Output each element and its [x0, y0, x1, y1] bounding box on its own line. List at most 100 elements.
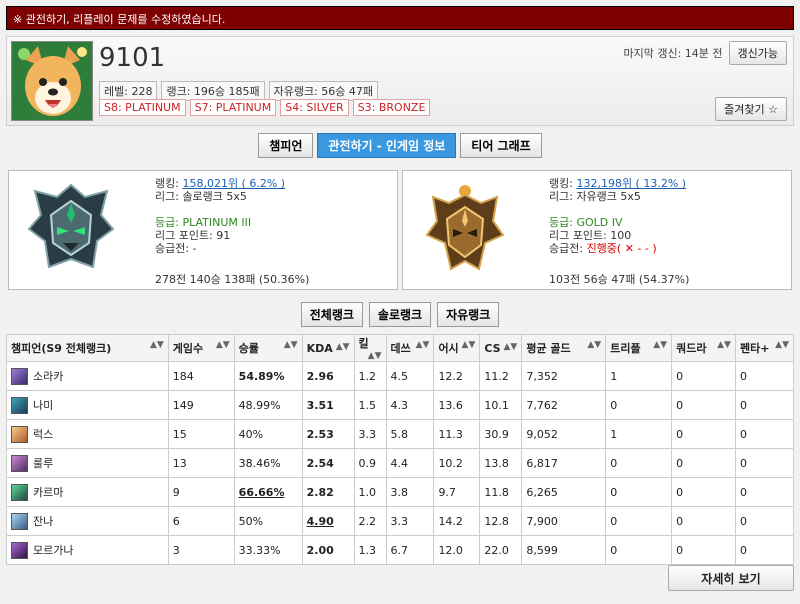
kills-cell: 0.9 [353, 448, 387, 478]
games-cell: 149 [167, 390, 235, 420]
penta-cell: 0 [734, 390, 795, 420]
cs-cell: 10.1 [479, 390, 523, 420]
champion-name: 소라카 [33, 370, 64, 383]
deaths-cell: 4.5 [385, 361, 435, 391]
flex-tier: 등급: GOLD IV [549, 216, 623, 229]
col-winrate-header[interactable]: 승률 ▲▼ [233, 334, 303, 362]
triple-cell: 0 [605, 390, 673, 420]
champion-name: 잔나 [33, 515, 54, 528]
games-cell: 9 [167, 477, 235, 507]
col-champion-header[interactable]: 챔피언(S9 전체랭크) ▲▼ [6, 334, 169, 362]
table-row: 나미 149 48.99% 3.51 1.5 4.3 13.6 10.1 7,7… [6, 390, 795, 420]
last-update-text: 마지막 갱신: 14분 전 [623, 47, 723, 60]
lux-champion-icon [11, 425, 28, 443]
games-cell: 6 [167, 506, 235, 536]
col-games-header[interactable]: 게임수 ▲▼ [167, 334, 235, 362]
col-assists-header[interactable]: 어시 ▲▼ [433, 334, 481, 362]
solo-summary: 278전 140승 138패 (50.36%) [155, 273, 310, 286]
update-button[interactable]: 갱신가능 [728, 41, 787, 65]
sort-icon: ▲▼ [653, 340, 668, 350]
cs-cell: 11.2 [479, 361, 523, 391]
solo-rank-card: 랭킹: 158,021위 ( 6.2% ) 리그: 솔로랭크 5x5 등급: P… [8, 170, 398, 290]
gold-cell: 9,052 [521, 419, 607, 449]
tab-spectate[interactable]: 관전하기 - 인게임 정보 [317, 133, 457, 158]
flex-promo-value: 진행중( ✕ - - ) [586, 242, 657, 255]
champion-stats-table: 챔피언(S9 전체랭크) ▲▼ 게임수 ▲▼ 승률 ▲▼ KDA ▲▼ 킬 ▲▼ 데쓰 ▲▼… [6, 334, 795, 565]
sort-icon: ▲▼ [461, 340, 476, 350]
table-row: 카르마 9 66.66% 2.82 1.0 3.8 9.7 11.8 6,265… [6, 477, 795, 507]
flex-league: 리그: 자유랭크 5x5 [549, 190, 641, 203]
triple-cell: 0 [605, 448, 673, 478]
kills-cell: 1.5 [353, 390, 387, 420]
favorite-button[interactable]: 즐겨찾기 ☆ [715, 97, 787, 121]
col-kills-header[interactable]: 킬 ▲▼ [353, 334, 387, 362]
col-gold-header[interactable]: 평균 골드 ▲▼ [521, 334, 607, 362]
sort-icon: ▲▼ [415, 340, 430, 350]
kda-cell: 2.54 [301, 448, 355, 478]
solo-lp: 리그 포인트: 91 [155, 229, 231, 242]
kda-cell: 2.00 [301, 535, 355, 565]
flex-rank-card: 랭킹: 132,198위 ( 13.2% ) 리그: 자유랭크 5x5 등급: … [402, 170, 792, 290]
update-area: 마지막 갱신: 14분 전 갱신가능 [623, 41, 787, 65]
flex-lp: 리그 포인트: 100 [549, 229, 632, 242]
cs-cell: 13.8 [479, 448, 523, 478]
games-cell: 15 [167, 419, 235, 449]
tab-flex-rank[interactable]: 자유랭크 [437, 302, 500, 327]
kills-cell: 3.3 [353, 419, 387, 449]
col-kda-header[interactable]: KDA ▲▼ [301, 334, 355, 362]
stats-row: 레벨: 228 랭크: 196승 185패 자유랭크: 56승 47패 [99, 81, 379, 101]
kills-cell: 1.2 [353, 361, 387, 391]
cs-cell: 30.9 [479, 419, 523, 449]
assists-cell: 9.7 [433, 477, 481, 507]
solo-ranking-link[interactable]: 158,021위 ( 6.2% ) [182, 177, 285, 190]
lulu-champion-icon [11, 454, 28, 472]
col-deaths-header[interactable]: 데쓰 ▲▼ [385, 334, 435, 362]
col-quadra-header[interactable]: 쿼드라 ▲▼ [671, 334, 736, 362]
tab-tier-graph[interactable]: 티어 그래프 [460, 133, 542, 158]
table-row: 소라카 184 54.89% 2.96 1.2 4.5 12.2 11.2 7,… [6, 361, 795, 391]
tab-champion[interactable]: 챔피언 [258, 133, 314, 158]
champion-name: 나미 [33, 399, 54, 412]
deaths-cell: 3.8 [385, 477, 435, 507]
deaths-cell: 5.8 [385, 419, 435, 449]
platinum-emblem-icon [27, 183, 115, 269]
gold-cell: 6,265 [521, 477, 607, 507]
sort-icon: ▲▼ [149, 340, 164, 350]
table-header-row: 챔피언(S9 전체랭크) ▲▼ 게임수 ▲▼ 승률 ▲▼ KDA ▲▼ 킬 ▲▼ 데쓰 ▲▼… [6, 334, 795, 362]
col-cs-header[interactable]: CS ▲▼ [479, 334, 523, 362]
triple-cell: 1 [605, 361, 673, 391]
sort-icon: ▲▼ [503, 341, 518, 352]
sort-icon: ▲▼ [215, 340, 230, 350]
summoner-name: 9101 [99, 43, 166, 73]
col-penta-header[interactable]: 펜타+ ▲▼ [734, 334, 795, 362]
view-details-button[interactable]: 자세히 보기 [668, 565, 794, 591]
tab-solo-rank[interactable]: 솔로랭크 [368, 302, 432, 327]
cs-cell: 11.8 [479, 477, 523, 507]
flex-ranking-label: 랭킹: [549, 177, 577, 190]
winrate-cell: 48.99% [233, 390, 303, 420]
sort-icon: ▲▼ [335, 341, 350, 352]
kda-cell: 4.90 [301, 506, 355, 536]
cs-cell: 12.8 [479, 506, 523, 536]
level-stat: 레벨: 228 [99, 81, 158, 101]
flex-ranking-link[interactable]: 132,198위 ( 13.2% ) [576, 177, 686, 190]
kda-cell: 2.53 [301, 419, 355, 449]
champion-name: 모르가나 [33, 544, 74, 557]
deaths-cell: 4.4 [385, 448, 435, 478]
quadra-cell: 0 [671, 419, 736, 449]
kills-cell: 2.2 [353, 506, 387, 536]
col-triple-header[interactable]: 트리플 ▲▼ [605, 334, 673, 362]
table-row: 룰루 13 38.46% 2.54 0.9 4.4 10.2 13.8 6,81… [6, 448, 795, 478]
assists-cell: 13.6 [433, 390, 481, 420]
table-row: 잔나 6 50% 4.90 2.2 3.3 14.2 12.8 7,900 0 … [6, 506, 795, 536]
sort-icon: ▲▼ [587, 340, 602, 350]
winrate-cell: 50% [233, 506, 303, 536]
tab-all-rank[interactable]: 전체랭크 [300, 302, 363, 327]
profile-header: 9101 레벨: 228 랭크: 196승 185패 자유랭크: 56승 47패… [6, 36, 794, 126]
quadra-cell: 0 [671, 390, 736, 420]
quadra-cell: 0 [671, 448, 736, 478]
main-tabs: 챔피언 관전하기 - 인게임 정보 티어 그래프 [0, 133, 800, 158]
solo-rank-info: 랭킹: 158,021위 ( 6.2% ) 리그: 솔로랭크 5x5 등급: P… [155, 177, 285, 255]
profile-avatar [11, 41, 93, 121]
gold-cell: 7,762 [521, 390, 607, 420]
